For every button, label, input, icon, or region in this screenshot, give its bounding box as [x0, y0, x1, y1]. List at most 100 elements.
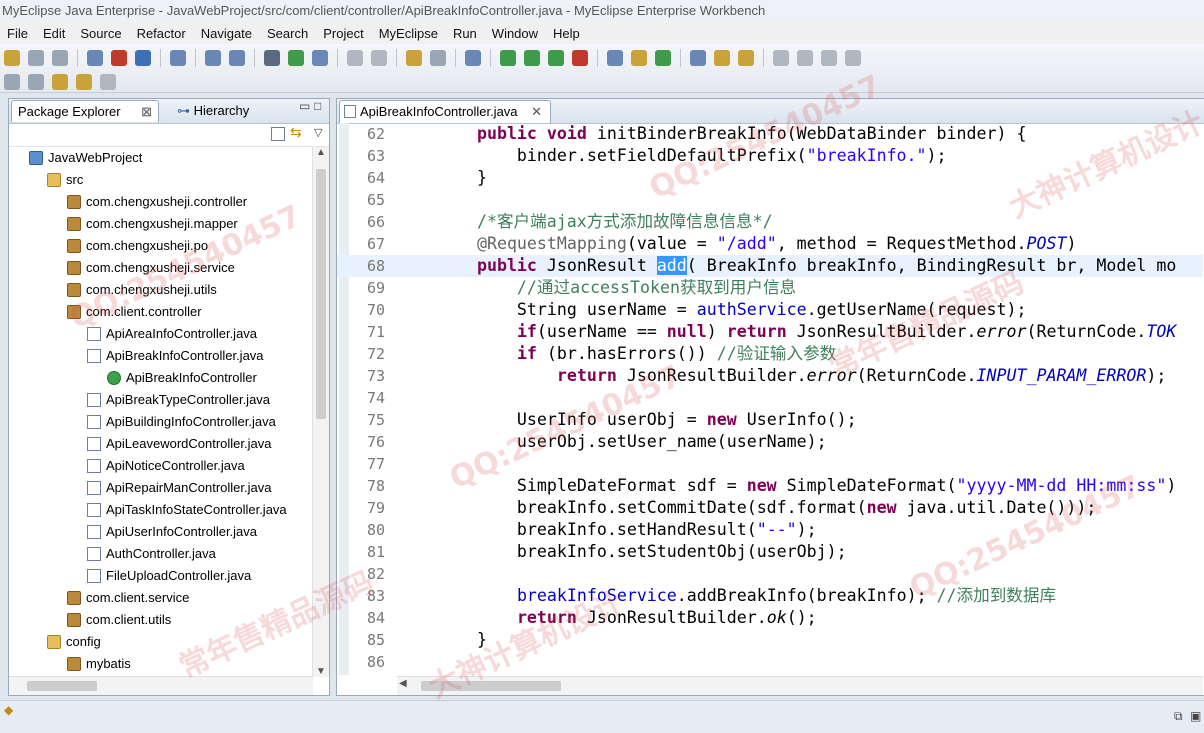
- row1-tool-icon-31[interactable]: [631, 50, 647, 66]
- close-icon[interactable]: ⊠: [141, 101, 152, 123]
- tree-item[interactable]: JavaWebProject: [29, 147, 142, 169]
- tab-package-explorer[interactable]: Package Explorer ⊠: [11, 100, 159, 122]
- tree-horizontal-scrollbar[interactable]: [9, 676, 313, 695]
- scroll-down-icon[interactable]: ▼: [316, 666, 326, 677]
- tree-item-label: ApiBreakInfoController: [126, 370, 257, 385]
- tree-item[interactable]: com.chengxusheji.utils: [67, 279, 217, 301]
- row1-tool-icon-5[interactable]: [111, 50, 127, 66]
- row1-tool-icon-32[interactable]: [655, 50, 671, 66]
- menu-item-source[interactable]: Source: [73, 26, 129, 41]
- tree-item[interactable]: ApiUserInfoController.java: [87, 521, 257, 543]
- menu-item-search[interactable]: Search: [260, 26, 316, 41]
- row1-tool-icon-40[interactable]: [821, 50, 837, 66]
- menu-item-navigate[interactable]: Navigate: [194, 26, 260, 41]
- tree-item[interactable]: com.chengxusheji.mapper: [67, 213, 238, 235]
- row1-tool-icon-14[interactable]: [288, 50, 304, 66]
- collapse-all-icon[interactable]: [271, 127, 285, 141]
- menu-item-file[interactable]: File: [0, 26, 36, 41]
- row1-tool-icon-21[interactable]: [430, 50, 446, 66]
- row1-tool-icon-39[interactable]: [797, 50, 813, 66]
- tree-item[interactable]: ApiAreaInfoController.java: [87, 323, 257, 345]
- tree-item[interactable]: FileUploadController.java: [87, 565, 251, 587]
- restore-icon[interactable]: ⧉: [1174, 709, 1183, 724]
- package-icon: [67, 305, 81, 319]
- tree-item[interactable]: ApiLeavewordController.java: [87, 433, 271, 455]
- tree-item[interactable]: com.chengxusheji.controller: [67, 191, 247, 213]
- row2-tool-icon-0[interactable]: [4, 74, 20, 90]
- menu-item-refactor[interactable]: Refactor: [130, 26, 194, 41]
- tree-item[interactable]: ApiTaskInfoStateController.java: [87, 499, 287, 521]
- tree-item[interactable]: com.client.controller: [67, 301, 202, 323]
- row1-tool-icon-17[interactable]: [347, 50, 363, 66]
- menu-item-run[interactable]: Run: [446, 26, 485, 41]
- row1-tool-icon-34[interactable]: [690, 50, 706, 66]
- menu-item-myeclipse[interactable]: MyEclipse: [372, 26, 446, 41]
- row1-tool-icon-23[interactable]: [465, 50, 481, 66]
- tree-item[interactable]: ApiNoticeController.java: [87, 455, 245, 477]
- tab-apibreakinfocontroller[interactable]: ApiBreakInfoController.java ✕: [339, 100, 551, 123]
- code-area[interactable]: 62 public void initBinderBreakInfo(WebDa…: [337, 123, 1203, 675]
- tree-item-label: JavaWebProject: [48, 150, 143, 165]
- scroll-up-icon[interactable]: ▲: [316, 147, 326, 158]
- row1-tool-icon-20[interactable]: [406, 50, 422, 66]
- tree-item[interactable]: src: [47, 169, 83, 191]
- hscroll-thumb[interactable]: [27, 681, 97, 691]
- tree-vertical-scrollbar[interactable]: ▲ ▼: [312, 147, 329, 677]
- tree-item-label: ApiBreakTypeController.java: [106, 392, 271, 407]
- scroll-thumb[interactable]: [316, 169, 326, 419]
- row1-tool-icon-35[interactable]: [714, 50, 730, 66]
- row1-tool-icon-2[interactable]: [52, 50, 68, 66]
- row1-tool-icon-38[interactable]: [773, 50, 789, 66]
- tree-item[interactable]: com.client.service: [67, 587, 189, 609]
- tree-item[interactable]: mybatis: [67, 653, 131, 675]
- row1-tool-icon-25[interactable]: [500, 50, 516, 66]
- row1-tool-icon-28[interactable]: [572, 50, 588, 66]
- view-menu-icon[interactable]: ▽: [314, 126, 322, 139]
- row1-tool-icon-10[interactable]: [205, 50, 221, 66]
- row1-tool-icon-6[interactable]: [135, 50, 151, 66]
- row1-tool-icon-4[interactable]: [87, 50, 103, 66]
- tree-item[interactable]: ApiBreakInfoController.java: [87, 345, 264, 367]
- row2-tool-icon-2[interactable]: [52, 74, 68, 90]
- row1-tool-icon-0[interactable]: [4, 50, 20, 66]
- tree-item[interactable]: com.chengxusheji.po: [67, 235, 208, 257]
- row1-tool-icon-18[interactable]: [371, 50, 387, 66]
- row2-tool-icon-1[interactable]: [28, 74, 44, 90]
- tree-item[interactable]: AuthController.java: [87, 543, 216, 565]
- row1-tool-icon-26[interactable]: [524, 50, 540, 66]
- row1-tool-icon-15[interactable]: [312, 50, 328, 66]
- tree-item[interactable]: com.chengxusheji.service: [67, 257, 235, 279]
- editor-horizontal-scrollbar[interactable]: ◀: [397, 676, 1203, 695]
- menu-item-edit[interactable]: Edit: [36, 26, 73, 41]
- minimize-icon[interactable]: ▭: [299, 99, 310, 113]
- code-line: 79 breakInfo.setCommitDate(sdf.format(ne…: [337, 497, 1203, 519]
- row1-tool-icon-27[interactable]: [548, 50, 564, 66]
- code-text: breakInfo.setHandResult("--");: [437, 519, 817, 541]
- tree-item[interactable]: ApiRepairManController.java: [87, 477, 271, 499]
- menu-item-project[interactable]: Project: [316, 26, 371, 41]
- tree-item[interactable]: config: [47, 631, 101, 653]
- row1-tool-icon-30[interactable]: [607, 50, 623, 66]
- row2-tool-icon-4[interactable]: [100, 74, 116, 90]
- row1-tool-icon-1[interactable]: [28, 50, 44, 66]
- row1-tool-icon-11[interactable]: [229, 50, 245, 66]
- row1-tool-icon-36[interactable]: [738, 50, 754, 66]
- scroll-left-icon[interactable]: ◀: [399, 678, 407, 689]
- row1-tool-icon-8[interactable]: [170, 50, 186, 66]
- menu-item-help[interactable]: Help: [546, 26, 588, 41]
- tab-hierarchy[interactable]: ⊶ Hierarchy: [171, 100, 283, 122]
- row1-tool-icon-13[interactable]: [264, 50, 280, 66]
- tree-item[interactable]: ApiBreakTypeController.java: [87, 389, 270, 411]
- close-icon[interactable]: ✕: [531, 101, 542, 123]
- tree-item[interactable]: ApiBuildingInfoController.java: [87, 411, 276, 433]
- tree-item[interactable]: com.client.utils: [67, 609, 171, 631]
- link-with-editor-icon[interactable]: ⇆: [290, 124, 302, 141]
- maximize-icon[interactable]: □: [314, 99, 321, 113]
- menu-item-window[interactable]: Window: [485, 26, 546, 41]
- row1-tool-icon-41[interactable]: [845, 50, 861, 66]
- editor-hscroll-thumb[interactable]: [421, 681, 561, 691]
- maximize-icon[interactable]: ▣: [1190, 709, 1201, 723]
- row2-tool-icon-3[interactable]: [76, 74, 92, 90]
- tree-item[interactable]: ApiBreakInfoController: [107, 367, 257, 389]
